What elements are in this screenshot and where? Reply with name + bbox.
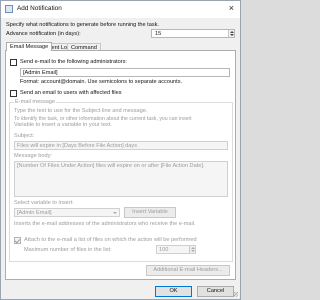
help-text-3: Variable to insert a variable in your te… xyxy=(14,122,112,128)
tab-email-message[interactable]: Email Message xyxy=(6,42,53,51)
max-files-stepper[interactable]: 100 xyxy=(156,245,196,254)
stepper-arrows-icon[interactable] xyxy=(228,30,234,37)
advance-notification-value: 15 xyxy=(155,31,162,37)
variable-description: Inserts the e-mail addresses of the admi… xyxy=(14,221,196,227)
insert-variable-button[interactable]: Insert Variable xyxy=(124,207,176,218)
attach-files-label: Attach to the e-mail a list of files on … xyxy=(24,237,197,243)
subject-label: Subject: xyxy=(14,133,35,139)
stepper-arrows-icon[interactable] xyxy=(189,246,195,253)
window-title: Add Notification xyxy=(17,5,62,12)
send-users-checkbox[interactable] xyxy=(10,90,17,97)
title-bar: Add Notification × xyxy=(1,1,240,18)
message-body-textarea[interactable]: [Number Of Files Under Action] files wil… xyxy=(14,161,228,197)
add-notification-dialog: Add Notification × Specify what notifica… xyxy=(0,0,241,300)
attach-files-checkbox[interactable] xyxy=(14,237,21,244)
max-files-value: 100 xyxy=(159,247,169,253)
admin-email-input[interactable]: [Admin Email] xyxy=(20,68,230,77)
intro-text: Specify what notifications to generate b… xyxy=(6,22,159,28)
send-admins-label: Send e-mail to the following administrat… xyxy=(20,59,127,65)
variable-select-value: [Admin Email] xyxy=(17,210,52,216)
advance-notification-label: Advance notification (in days): xyxy=(6,31,81,37)
additional-email-headers-button[interactable]: Additional E-mail Headers... xyxy=(146,265,230,276)
email-message-panel: Send e-mail to the following administrat… xyxy=(5,50,236,280)
help-text-1: Type the text to use for the Subject lin… xyxy=(14,108,148,114)
max-files-label: Maximum number of files in the list: xyxy=(24,247,112,253)
send-users-label: Send an email to users with affected fil… xyxy=(20,90,122,96)
advance-notification-stepper[interactable]: 15 xyxy=(151,29,235,38)
email-message-group-title: E-mail message xyxy=(14,99,57,105)
subject-input[interactable]: Files will expire in [Days Before File A… xyxy=(14,141,228,150)
message-body-label: Message body: xyxy=(14,153,52,159)
send-admins-checkbox[interactable] xyxy=(10,59,17,66)
close-icon[interactable]: × xyxy=(229,3,234,13)
chevron-down-icon xyxy=(113,212,117,214)
select-variable-label: Select variable to insert: xyxy=(14,200,74,206)
cancel-button[interactable]: Cancel xyxy=(197,286,234,297)
resize-grip-icon[interactable] xyxy=(233,292,238,297)
format-hint: Format: account@domain. Use semicolons t… xyxy=(20,79,183,85)
ok-button[interactable]: OK xyxy=(155,286,192,297)
variable-select[interactable]: [Admin Email] xyxy=(14,208,120,217)
app-icon xyxy=(5,5,13,13)
